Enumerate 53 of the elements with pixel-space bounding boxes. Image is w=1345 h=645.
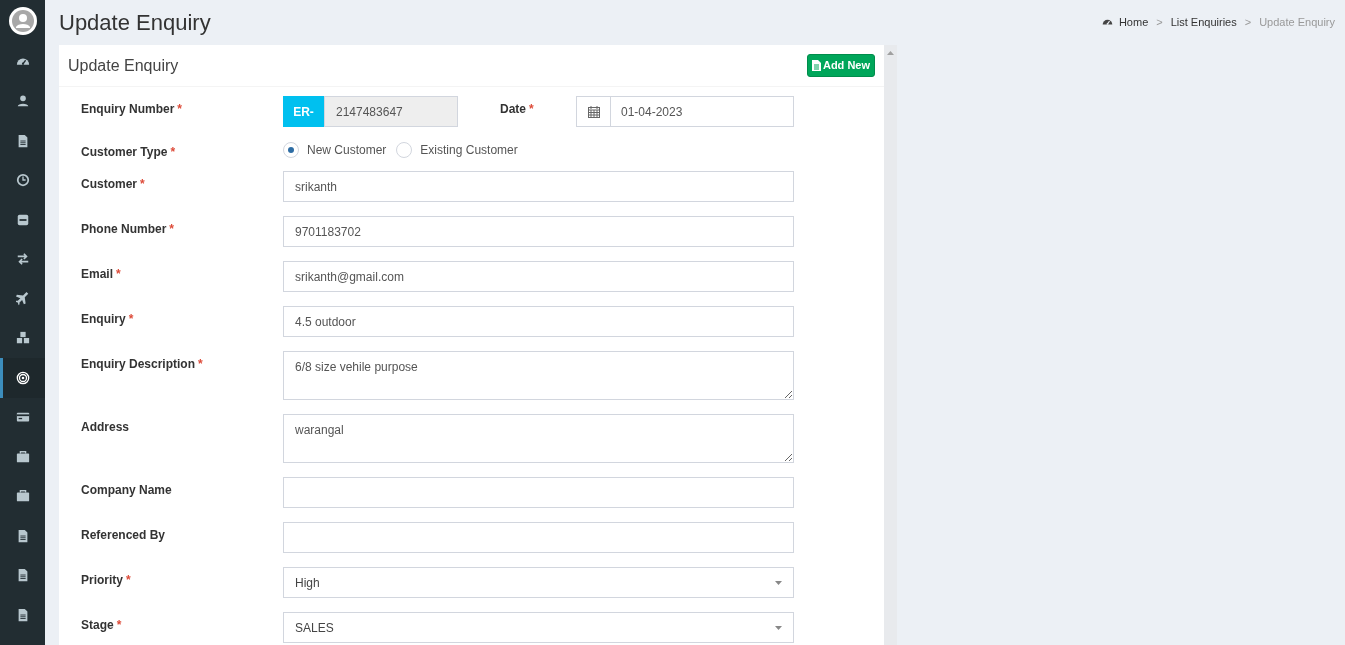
breadcrumb-current: Update Enquiry [1259, 15, 1335, 31]
field-label: Customer Type * [81, 145, 176, 159]
scroll-up-arrow-icon [887, 51, 894, 55]
sidebar-item[interactable] [0, 358, 45, 398]
field-label: Phone Number * [81, 222, 174, 236]
text-field[interactable] [283, 477, 794, 508]
radio-label[interactable]: Existing Customer [420, 141, 518, 159]
clock-icon [15, 173, 30, 188]
calendar-icon [587, 105, 600, 118]
minus-square-icon [15, 212, 30, 227]
user-icon [15, 94, 30, 109]
avatar-icon[interactable] [8, 7, 37, 35]
cubes-icon [15, 331, 30, 346]
page-title: Update Enquiry [59, 9, 211, 37]
field-label: Address [81, 420, 130, 434]
breadcrumb-link[interactable]: List Enquiries [1170, 14, 1237, 31]
file-icon [811, 60, 821, 71]
breadcrumb-separator: > [1156, 15, 1163, 31]
dashboard-icon [1101, 17, 1113, 28]
text-field[interactable]: srikanth@gmail.com [283, 261, 794, 292]
field-label: Enquiry Description * [81, 357, 203, 371]
arrows-icon [15, 252, 30, 267]
select-field[interactable]: SALES [283, 612, 794, 643]
text-field[interactable]: 9701183702 [283, 216, 794, 247]
card-title: Update Enquiry [68, 55, 179, 76]
select-field[interactable]: High [283, 567, 794, 598]
enquiry-number-field[interactable]: 2147483647 [324, 96, 458, 127]
field-label: Enquiry * [81, 312, 134, 326]
briefcase-icon [15, 489, 30, 504]
field-label: Customer * [81, 177, 145, 191]
breadcrumb-link[interactable]: Home [1118, 14, 1149, 31]
field-label: Stage * [81, 618, 122, 632]
caret-icon [775, 625, 782, 630]
field-label: Referenced By [81, 528, 166, 542]
date-field[interactable]: 01-04-2023 [576, 96, 794, 127]
caret-icon [775, 580, 782, 585]
breadcrumb-separator: > [1244, 15, 1252, 31]
scrollbar[interactable] [884, 45, 897, 645]
text-field[interactable] [283, 522, 794, 553]
text-area[interactable]: 6/8 size vehile purpose [283, 351, 794, 400]
field-label: Enquiry Number * [81, 102, 183, 116]
prefix-label: ER- [283, 96, 324, 127]
field-label: Priority * [81, 573, 131, 587]
text-area[interactable]: warangal [283, 414, 794, 463]
text-field[interactable]: 4.5 outdoor [283, 306, 794, 337]
briefcase-icon [15, 449, 30, 464]
field-label: Email * [81, 267, 121, 281]
target-icon [15, 370, 30, 385]
radio-label[interactable]: New Customer [307, 141, 387, 159]
text-field[interactable]: srikanth [283, 171, 794, 202]
field-label: Date * [500, 102, 534, 116]
plane-icon [15, 291, 30, 306]
field-label: Company Name [81, 483, 172, 497]
